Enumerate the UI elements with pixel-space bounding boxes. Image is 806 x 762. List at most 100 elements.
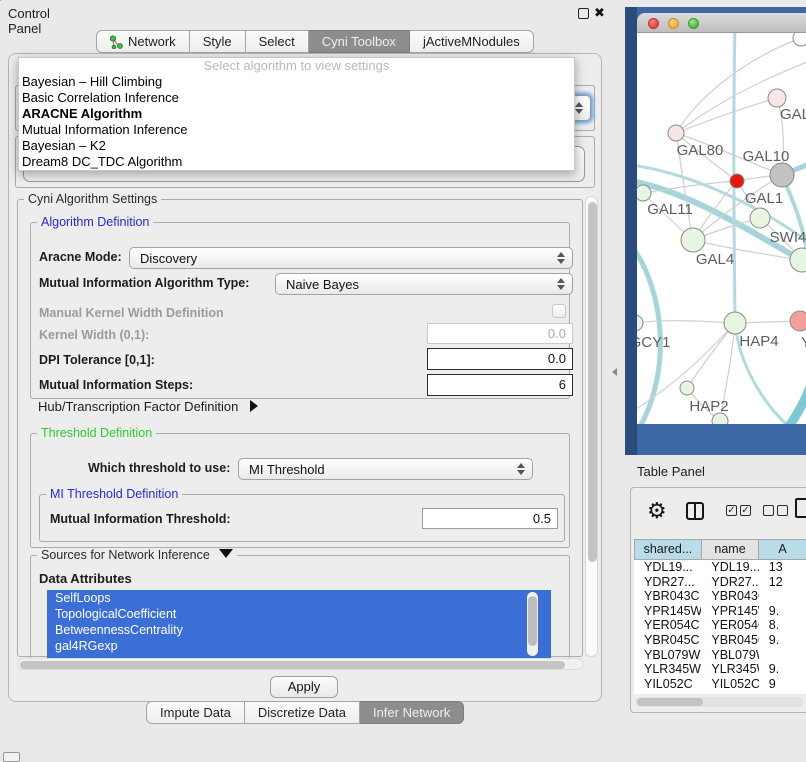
settings-horizontal-scrollbar[interactable] (17, 658, 584, 670)
network-node[interactable] (793, 33, 806, 46)
network-node[interactable] (790, 311, 806, 331)
manual-kernel-width-label: Manual Kernel Width Definition (39, 306, 224, 320)
network-node[interactable] (730, 174, 744, 188)
hub-tf-definition-toggle[interactable]: Hub/Transcription Factor Definition (38, 399, 258, 414)
tab-label: Style (203, 31, 232, 53)
column-header-0[interactable]: shared... (634, 539, 702, 560)
file-icon[interactable] (795, 498, 806, 518)
dropdown-item-bayesian-k2[interactable]: Bayesian – K2 (19, 138, 574, 154)
network-node[interactable] (750, 208, 770, 228)
splitter-collapse-icon[interactable] (612, 368, 617, 376)
columns-icon[interactable] (686, 502, 704, 520)
tab-style[interactable]: Style (190, 30, 246, 53)
network-node[interactable] (637, 315, 643, 331)
table-cell: 12 (759, 575, 806, 590)
minimize-traffic-light-icon[interactable] (668, 18, 679, 29)
kernel-width-field[interactable]: 0.0 (427, 323, 573, 344)
tab-label: jActiveMNodules (423, 31, 520, 53)
table-cell: YDR27... (701, 575, 758, 590)
dropdown-item-mutual-information-inference[interactable]: Mutual Information Inference (19, 122, 574, 138)
table-row[interactable]: YDR27...YDR27...12 (634, 575, 806, 590)
settings-vertical-scrollbar[interactable] (585, 196, 598, 657)
network-node[interactable] (668, 125, 684, 141)
node-attribute-table[interactable]: shared...nameA YDL19...YDL19...13YDR27..… (634, 539, 806, 694)
dropdown-item-dream8-dc-tdc-algorithm[interactable]: Dream8 DC_TDC Algorithm (19, 154, 574, 170)
mi-steps-label: Mutual Information Steps: (39, 378, 193, 392)
manual-kernel-width-checkbox[interactable] (552, 304, 566, 318)
dropdown-item-bayesian-hill-climbing[interactable]: Bayesian – Hill Climbing (19, 74, 574, 90)
bottom-tab-impute-data[interactable]: Impute Data (146, 701, 245, 724)
table-cell: YER054C (701, 618, 758, 633)
table-cell: 8. (759, 618, 806, 633)
deselect-all-checkboxes-icon[interactable] (763, 505, 788, 516)
network-window-titlebar[interactable] (637, 13, 806, 33)
apply-button[interactable]: Apply (270, 676, 338, 698)
table-horizontal-scrollbar[interactable] (635, 697, 803, 707)
cyni-bottom-tabbar: Impute Data Discretize Data Infer Network (146, 701, 464, 724)
bottom-tab-infer-network[interactable]: Infer Network (360, 701, 464, 724)
tab-network[interactable]: Network (96, 30, 190, 53)
table-row[interactable]: YBL079WYBL079W (634, 648, 806, 663)
table-row[interactable]: YLR345WYLR345W9. (634, 662, 806, 677)
column-header-1[interactable]: name (702, 539, 759, 560)
network-window-shadow (625, 7, 637, 455)
attribute-item[interactable]: BetweennessCentrality (47, 622, 551, 638)
table-cell: 9. (759, 604, 806, 619)
table-row[interactable]: YDL19...YDL19...13 (634, 560, 806, 575)
network-node[interactable] (768, 89, 786, 107)
table-row[interactable]: YIL052CYIL052C9 (634, 677, 806, 692)
attribute-item[interactable]: SelfLoops (47, 590, 551, 606)
sources-legend-label: Sources for Network Inference (41, 548, 210, 562)
threshold-definition-group: Threshold Definition Which threshold to … (30, 433, 570, 548)
network-node[interactable] (724, 312, 746, 334)
tab-label: Discretize Data (258, 702, 346, 724)
tab-select[interactable]: Select (246, 30, 309, 53)
network-graph[interactable]: GALGAL80GAL10GAL1GAL11SWI4GAL4GCY1HAP4YH… (637, 33, 806, 424)
sources-legend[interactable]: Sources for Network Inference (37, 548, 237, 562)
close-icon[interactable]: ✖ (594, 5, 605, 21)
network-canvas[interactable]: GALGAL80GAL10GAL1GAL11SWI4GAL4GCY1HAP4YH… (637, 33, 806, 424)
float-window-icon[interactable] (578, 8, 589, 19)
table-cell: YPR145W (701, 604, 758, 619)
dropdown-item-aracne-algorithm[interactable]: ARACNE Algorithm (19, 106, 574, 122)
table-cell: YBR043C (701, 589, 758, 604)
network-node[interactable] (680, 381, 694, 395)
mi-threshold-field[interactable]: 0.5 (422, 508, 558, 529)
tab-cyni-toolbox[interactable]: Cyni Toolbox (309, 30, 410, 53)
column-header-2[interactable]: A (759, 539, 806, 560)
table-row[interactable]: YER054CYER054C8. (634, 618, 806, 633)
table-cell: YBR045C (634, 633, 701, 648)
network-node[interactable] (681, 228, 705, 252)
table-cell: 9 (759, 677, 806, 692)
network-node[interactable] (637, 185, 651, 201)
mi-algorithm-type-combobox[interactable]: Naive Bayes (275, 273, 573, 295)
select-all-checkboxes-icon[interactable]: ✓✓ (726, 505, 751, 516)
zoom-traffic-light-icon[interactable] (688, 18, 699, 29)
table-row[interactable]: YPR145WYPR145W9. (634, 604, 806, 619)
data-attributes-label: Data Attributes (39, 571, 132, 586)
combo-spinner-icon (517, 459, 525, 479)
attribute-list-scrollbar[interactable] (527, 592, 538, 656)
network-edge (787, 375, 806, 424)
attribute-item[interactable]: gal4RGexp (47, 638, 551, 654)
table-row[interactable]: YBR045CYBR045C9. (634, 633, 806, 648)
table-body: YDL19...YDL19...13YDR27...YDR27...12YBR0… (634, 560, 806, 691)
bottom-tab-discretize-data[interactable]: Discretize Data (245, 701, 360, 724)
aracne-mode-combobox[interactable]: Discovery (129, 247, 573, 269)
tab-jactivemnodules[interactable]: jActiveMNodules (410, 30, 534, 53)
attribute-item[interactable]: TopologicalCoefficient (47, 606, 551, 622)
network-node-label: GAL1 (745, 190, 783, 207)
which-threshold-combobox[interactable]: MI Threshold (238, 458, 533, 480)
mi-steps-field[interactable]: 6 (427, 374, 573, 396)
mi-threshold-legend: MI Threshold Definition (46, 487, 182, 501)
network-node-label: GAL80 (677, 142, 724, 159)
dropdown-item-basic-correlation-inference[interactable]: Basic Correlation Inference (19, 90, 574, 106)
network-node[interactable] (770, 163, 794, 187)
close-traffic-light-icon[interactable] (648, 18, 659, 29)
gear-icon[interactable]: ⚙ (647, 498, 667, 524)
table-cell: 9. (759, 662, 806, 677)
minimized-panel-icon[interactable] (3, 752, 20, 762)
table-row[interactable]: YBR043CYBR043C (634, 589, 806, 604)
data-attributes-list[interactable]: SelfLoopsTopologicalCoefficientBetweenne… (47, 590, 551, 659)
dpi-tolerance-field[interactable]: 0.0 (427, 348, 573, 370)
